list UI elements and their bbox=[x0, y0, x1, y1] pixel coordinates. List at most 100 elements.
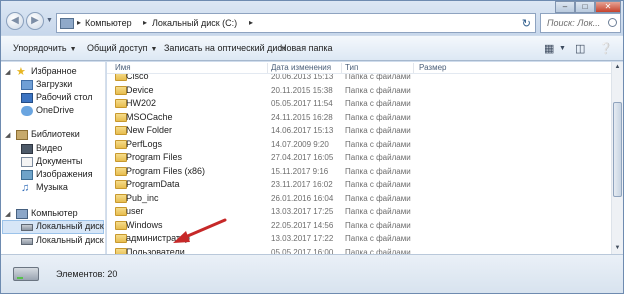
vertical-scrollbar[interactable]: ▲ ▼ bbox=[611, 62, 623, 254]
file-date: 05.05.2017 11:54 bbox=[271, 99, 333, 108]
column-name[interactable]: Имя bbox=[115, 63, 131, 72]
organize-button[interactable]: Упорядочить ▼ bbox=[13, 43, 77, 53]
file-date: 22.05.2017 14:56 bbox=[271, 220, 334, 230]
collapse-arrow-icon[interactable]: ◢ bbox=[5, 68, 10, 76]
breadcrumb-separator-icon[interactable]: ▸ bbox=[143, 18, 147, 27]
minimize-button[interactable]: – bbox=[555, 1, 575, 13]
table-row[interactable]: Program Files (x86) 15.11.2017 9:16 Папка … bbox=[107, 165, 611, 177]
chevron-down-icon: ▼ bbox=[69, 46, 77, 53]
recent-pages-dropdown[interactable]: ▼ bbox=[46, 17, 53, 24]
downloads-icon bbox=[21, 80, 33, 90]
file-name: PerfLogs bbox=[126, 138, 163, 149]
view-options-chevron-icon[interactable]: ▼ bbox=[559, 45, 566, 52]
maximize-button[interactable]: □ bbox=[575, 1, 595, 13]
nav-video-label: Видео bbox=[36, 143, 63, 153]
computer-icon bbox=[16, 209, 28, 219]
table-row[interactable]: ProgramData 23.11.2017 16:02 Папка с файла… bbox=[107, 178, 611, 190]
explorer-window: ◀ ▶ ▼ ▸ Компьютер ▸ Локальный диск (C:) … bbox=[0, 0, 624, 294]
forward-button[interactable]: ▶ bbox=[26, 12, 44, 30]
file-date: 26.01.2016 16:04 bbox=[271, 193, 334, 203]
new-folder-button[interactable]: Новая папка bbox=[280, 43, 332, 53]
item-count: Элементов: 20 bbox=[56, 269, 118, 279]
table-row[interactable]: Device 20.11.2015 15:38 Папка с файлами bbox=[107, 84, 611, 96]
column-divider[interactable] bbox=[267, 63, 268, 73]
chevron-down-icon: ▼ bbox=[150, 46, 158, 53]
file-type: Папка с файлами bbox=[345, 166, 411, 176]
command-bar: Упорядочить ▼ Общий доступ ▼ Записать на о… bbox=[1, 36, 623, 61]
table-row[interactable]: MSOCache 24.11.2015 16:28 Папка с файлами bbox=[107, 111, 611, 123]
drive-icon bbox=[13, 267, 39, 281]
file-name: Windows bbox=[126, 219, 163, 230]
column-divider[interactable] bbox=[341, 63, 342, 73]
address-box[interactable]: ▸ Компьютер ▸ Локальный диск (C:) ▸ ↻ bbox=[56, 13, 536, 33]
burn-button[interactable]: Записать на оптический диск bbox=[164, 43, 286, 53]
share-button[interactable]: Общий доступ ▼ bbox=[87, 43, 157, 53]
address-bar-row: ◀ ▶ ▼ ▸ Компьютер ▸ Локальный диск (C:) … bbox=[1, 1, 623, 35]
file-type: Папка с файлами bbox=[345, 126, 411, 135]
file-date: 15.11.2017 9:16 bbox=[271, 166, 329, 176]
file-type: Папка с файлами bbox=[345, 99, 411, 108]
desktop-icon bbox=[21, 93, 33, 103]
view-options-icon[interactable]: ▦ bbox=[544, 42, 554, 55]
nav-onedrive-label: OneDrive bbox=[36, 105, 75, 115]
file-type: Папка с файлами bbox=[345, 112, 411, 122]
close-button[interactable]: ✕ bbox=[595, 1, 621, 13]
video-icon bbox=[21, 144, 33, 154]
file-name: Device bbox=[126, 84, 154, 95]
table-row[interactable]: New Folder 14.06.2017 15:13 Папка с файлам… bbox=[107, 124, 611, 136]
star-icon: ★ bbox=[16, 66, 26, 78]
breadcrumb-separator-icon[interactable]: ▸ bbox=[249, 18, 253, 27]
nav-images-label: Изображения bbox=[36, 169, 93, 179]
file-type: Папка с файлами bbox=[345, 139, 411, 149]
file-type: Папка с файлами bbox=[345, 220, 411, 230]
search-placeholder: Поиск: Лок... bbox=[547, 18, 601, 28]
file-type: Папка с файлами bbox=[345, 180, 411, 189]
scroll-down-icon[interactable]: ▼ bbox=[612, 243, 623, 254]
window-controls: – □ ✕ bbox=[521, 1, 621, 13]
scroll-thumb[interactable] bbox=[613, 102, 622, 197]
breadcrumb-local-disk[interactable]: Локальный диск (C:) bbox=[152, 18, 237, 28]
file-name: ProgramData bbox=[126, 179, 180, 189]
navigation-pane: ◢ ★ Избранное Загрузки Рабочий стол OneD… bbox=[1, 62, 106, 254]
search-icon[interactable] bbox=[608, 18, 617, 27]
breadcrumb-separator-icon[interactable]: ▸ bbox=[77, 18, 81, 27]
back-button[interactable]: ◀ bbox=[6, 12, 24, 30]
nav-libraries-label: Библиотеки bbox=[31, 129, 80, 139]
preview-pane-icon[interactable]: ◫ bbox=[575, 42, 585, 55]
column-date[interactable]: Дата изменения bbox=[271, 63, 331, 72]
drive-icon bbox=[21, 238, 33, 245]
file-name: Program Files bbox=[126, 152, 183, 162]
file-date: 20.11.2015 15:38 bbox=[271, 85, 333, 95]
table-row[interactable]: HW202 05.05.2017 11:54 Папка с файлами bbox=[107, 97, 611, 109]
table-row[interactable]: Program Files 27.04.2017 16:05 Папка с фай… bbox=[107, 151, 611, 163]
breadcrumb-computer[interactable]: Компьютер bbox=[85, 18, 132, 28]
column-type[interactable]: Тип bbox=[345, 63, 358, 72]
music-icon: ♫ bbox=[21, 182, 30, 194]
help-icon[interactable]: ❔ bbox=[599, 42, 613, 55]
table-row[interactable]: Pub_inc 26.01.2016 16:04 Папка с файлами bbox=[107, 192, 611, 204]
refresh-icon[interactable]: ↻ bbox=[522, 17, 531, 30]
nav-desktop-label: Рабочий стол bbox=[36, 92, 93, 102]
scroll-up-icon[interactable]: ▲ bbox=[612, 62, 623, 73]
file-date: 14.07.2009 9:20 bbox=[271, 139, 329, 149]
file-name: Program Files (x86) bbox=[126, 165, 206, 176]
library-icon bbox=[16, 130, 28, 140]
organize-label: Упорядочить bbox=[13, 43, 67, 53]
table-row[interactable]: PerfLogs 14.07.2009 9:20 Папка с файлами bbox=[107, 138, 611, 150]
column-size[interactable]: Размер bbox=[419, 63, 447, 72]
column-divider[interactable] bbox=[413, 63, 414, 73]
file-date: 14.06.2017 15:13 bbox=[271, 126, 334, 135]
nav-music-label: Музыка bbox=[36, 182, 68, 192]
file-date: 13.03.2017 17:25 bbox=[271, 207, 334, 216]
file-name: user bbox=[126, 206, 144, 216]
search-input[interactable]: Поиск: Лок... bbox=[540, 13, 621, 33]
file-date: 23.11.2017 16:02 bbox=[271, 180, 333, 189]
share-label: Общий доступ bbox=[87, 43, 148, 53]
nav-favorites-label: Избранное bbox=[31, 66, 77, 76]
table-row[interactable]: user 13.03.2017 17:25 Папка с файлами bbox=[107, 205, 611, 217]
collapse-arrow-icon[interactable]: ◢ bbox=[5, 210, 10, 218]
file-type: Папка с файлами bbox=[345, 193, 411, 203]
collapse-arrow-icon[interactable]: ◢ bbox=[5, 131, 10, 139]
file-type: Папка с файлами bbox=[345, 234, 411, 243]
file-date: 27.04.2017 16:05 bbox=[271, 153, 334, 162]
